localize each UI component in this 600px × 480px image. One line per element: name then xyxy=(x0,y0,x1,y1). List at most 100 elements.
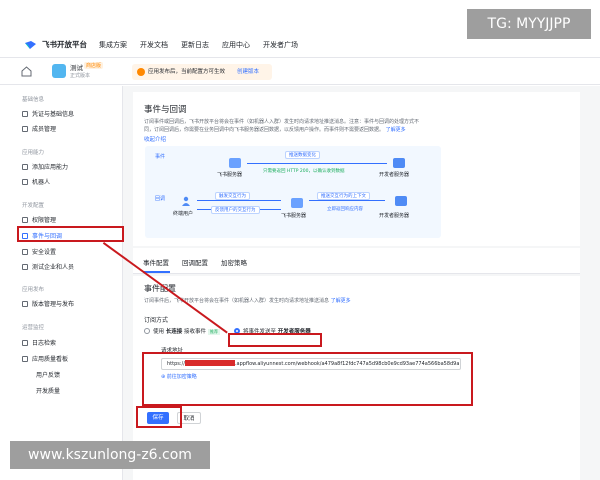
platform-logo[interactable]: 飞书开放平台 xyxy=(24,39,87,50)
sidebar-subitem-dev-quality[interactable]: 开发质量 xyxy=(36,386,60,395)
sidebar-section-dev-config: 开发配置 xyxy=(22,203,45,209)
option-dev-server[interactable]: 将事件发送至 开发者服务器 xyxy=(243,327,311,335)
request-url-input[interactable]: https:// .appflow.aliyunnest.com/webhook/… xyxy=(161,358,461,370)
config-tabs: 事件配置 回调配置 加密策略 xyxy=(133,248,580,274)
sidebar-subitem-feedback[interactable]: 用户反馈 xyxy=(36,370,60,379)
sidebar-item-credentials[interactable]: 凭证与基础信息 xyxy=(22,109,74,118)
description-text: 订阅事件或回调后，飞书开放平台将会在事件（如机器人入群）发生时向请求地址推送消息… xyxy=(144,119,420,133)
nav-item-changelog[interactable]: 更新日志 xyxy=(181,40,209,50)
diagram-push-context: 推送交互行为的上下文 xyxy=(317,192,370,200)
option-long-connection[interactable]: 使用 长连接 接收事件 推荐 xyxy=(153,327,221,335)
config-description: 订阅事件后，飞书开放平台将会在事件（如机器人入群）发生时向请求地址推送消息 了解… xyxy=(144,297,351,304)
diagram-feishu-server-2: 飞书服务器 xyxy=(281,213,307,219)
permissions-icon xyxy=(22,216,28,223)
sidebar-item-label: 权限管理 xyxy=(32,217,57,224)
sidebar-section-release: 应用发布 xyxy=(22,287,45,293)
sidebar-item-members[interactable]: 成员管理 xyxy=(22,124,56,133)
sidebar-section-monitoring: 运营监控 xyxy=(22,325,45,331)
watermark-top: TG: MYYJJPP xyxy=(467,9,591,39)
add-encryption-label: 前往加密策略 xyxy=(166,374,197,380)
url-prefix: https:// xyxy=(167,361,185,367)
redaction-mark xyxy=(184,360,235,366)
recommended-badge: 推荐 xyxy=(208,329,221,335)
server-icon xyxy=(229,158,241,168)
sidebar-item-add-capability[interactable]: 添加应用能力 xyxy=(22,162,68,171)
server-icon xyxy=(291,198,303,208)
tab-encryption[interactable]: 加密策略 xyxy=(221,257,247,267)
sidebar-item-bot[interactable]: 机器人 xyxy=(22,177,50,186)
diagram-respond: 立即返回响应内容 xyxy=(327,207,363,212)
radio-dev-server[interactable] xyxy=(234,328,240,334)
members-icon xyxy=(22,125,28,132)
option-suffix: 接收事件 xyxy=(184,329,207,335)
sidebar-item-security[interactable]: 安全设置 xyxy=(22,247,56,256)
top-nav-menu: 集成方案 开发文档 更新日志 应用中心 开发者广场 xyxy=(99,40,298,50)
shield-icon xyxy=(22,248,28,255)
learn-more-link[interactable]: 了解更多 xyxy=(386,127,406,133)
feishu-logo-icon xyxy=(25,40,36,49)
credentials-icon xyxy=(22,110,28,117)
user-icon xyxy=(182,196,190,206)
app-tag: 商店版 xyxy=(84,62,104,69)
diagram-feishu-server-1: 飞书服务器 xyxy=(217,172,243,178)
sidebar-item-label: 应用质量看板 xyxy=(32,356,69,363)
arrow-push-change xyxy=(247,163,387,164)
diagram-trigger: 触发交互行为 xyxy=(215,192,250,200)
create-version-link[interactable]: 创建版本 xyxy=(237,64,259,80)
option-bold: 长连接 xyxy=(165,329,183,335)
sidebar-item-versions[interactable]: 版本管理与发布 xyxy=(22,299,74,308)
diagram-user: 终端用户 xyxy=(173,211,194,217)
diagram-callback-tag: 回调 xyxy=(155,196,166,202)
sidebar-item-test-tenants[interactable]: 测试企业和人员 xyxy=(22,262,74,271)
nav-item-docs[interactable]: 开发文档 xyxy=(140,40,168,50)
radio-long-connection[interactable] xyxy=(144,328,150,334)
versions-icon xyxy=(22,300,28,307)
sidebar-item-label: 安全设置 xyxy=(32,249,57,256)
sidebar-item-permissions[interactable]: 权限管理 xyxy=(22,215,56,224)
option-bold: 开发者服务器 xyxy=(277,329,311,335)
server-icon xyxy=(393,158,405,168)
option-prefix: 将事件发送至 xyxy=(243,329,277,335)
server-icon xyxy=(395,196,407,206)
home-icon[interactable] xyxy=(21,66,32,77)
app-bar: 测试 商店版 正式版本 应用发布后，当前配置方可生效 创建版本 xyxy=(0,57,600,85)
sidebar-item-events-callbacks[interactable]: 事件与回调 xyxy=(22,231,62,240)
app-status: 正式版本 xyxy=(70,73,91,79)
sidebar-item-quality-dashboard[interactable]: 应用质量看板 xyxy=(22,354,68,363)
logo-text: 飞书开放平台 xyxy=(42,40,87,49)
sidebar-item-logs[interactable]: 日志检索 xyxy=(22,338,56,347)
url-suffix: .appflow.aliyunnest.com/webhook/a479a8f1… xyxy=(234,361,460,367)
add-encryption-link[interactable]: ⊕ 前往加密策略 xyxy=(161,373,197,380)
sidebar-item-label: 版本管理与发布 xyxy=(32,301,75,308)
tab-event-config[interactable]: 事件配置 xyxy=(143,257,169,267)
events-intro-card: 事件与回调 订阅事件或回调后，飞书开放平台将会在事件（如机器人入群）发生时向请求… xyxy=(133,92,580,246)
nav-item-app-center[interactable]: 应用中心 xyxy=(222,40,250,50)
option-prefix: 使用 xyxy=(153,329,165,335)
diagram-dev-server-1: 开发者服务器 xyxy=(379,172,410,178)
diagram-event-note: 只需要返回 HTTP 200，以确认收到数据 xyxy=(263,169,345,174)
diagram-push-change: 推送数据变化 xyxy=(285,151,320,159)
config-learn-more-link[interactable]: 了解更多 xyxy=(331,298,351,304)
watermark-bottom: www.kszunlong-z6.com xyxy=(10,441,210,469)
nav-item-solutions[interactable]: 集成方案 xyxy=(99,40,127,50)
warning-icon xyxy=(137,68,145,76)
subscribe-mode-label: 订阅方式 xyxy=(144,317,169,324)
sidebar-item-label: 成员管理 xyxy=(32,126,57,133)
logs-icon xyxy=(22,339,28,346)
tab-callback-config[interactable]: 回调配置 xyxy=(182,257,208,267)
notice-text: 应用发布后，当前配置方可生效 xyxy=(148,69,226,75)
save-button[interactable]: 保存 xyxy=(147,412,169,424)
page-description: 订阅事件或回调后，飞书开放平台将会在事件（如机器人入群）发生时向请求地址推送消息… xyxy=(144,118,424,134)
nav-item-developer-plaza[interactable]: 开发者广场 xyxy=(263,40,298,50)
app-avatar xyxy=(52,64,66,78)
diagram-dev-server-2: 开发者服务器 xyxy=(379,213,410,219)
dashboard-icon xyxy=(22,355,28,362)
request-url-label: 请求地址 xyxy=(161,348,184,354)
sidebar-item-label: 事件与回调 xyxy=(32,233,63,240)
sidebar-item-label: 添加应用能力 xyxy=(32,164,69,171)
sidebar: 基础信息 凭证与基础信息 成员管理 应用能力 添加应用能力 机器人 开发配置 权… xyxy=(0,86,123,480)
sidebar-section-basic: 基础信息 xyxy=(22,97,45,103)
sidebar-item-label: 凭证与基础信息 xyxy=(32,111,75,118)
cancel-button[interactable]: 取消 xyxy=(177,412,201,424)
collapse-intro-link[interactable]: 收起介绍 xyxy=(144,135,166,143)
